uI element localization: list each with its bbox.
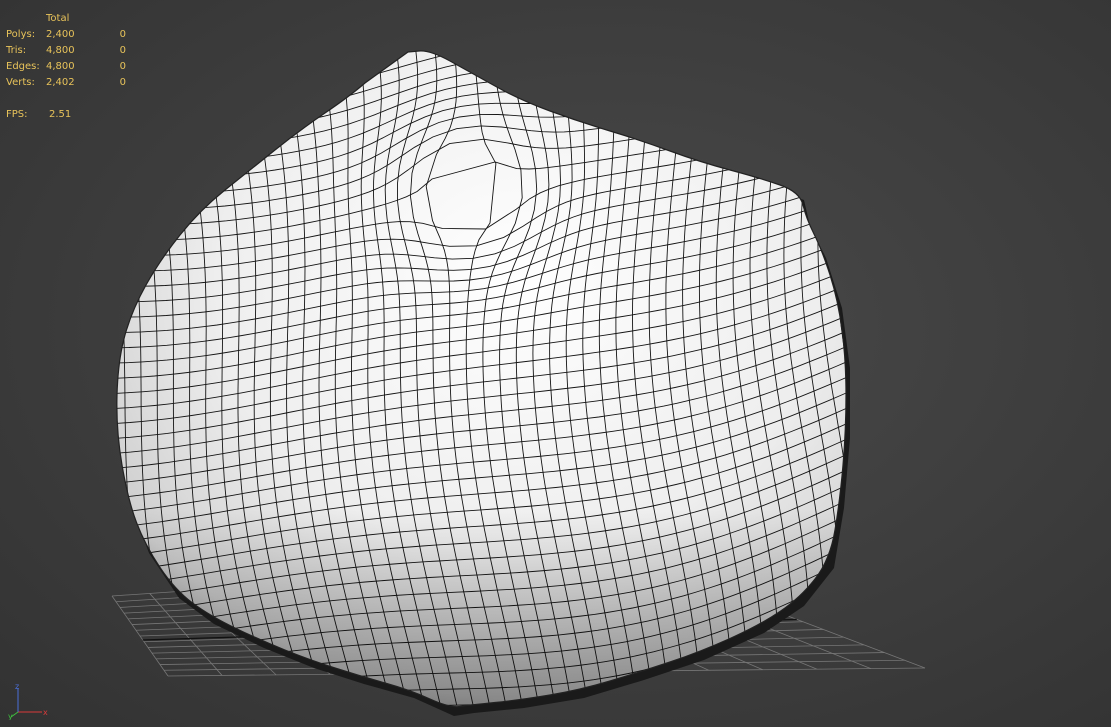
fps-label: FPS: [6,109,28,120]
fps-readout: FPS: 2.51 [6,107,126,123]
stats-total: 2,402 [46,77,75,88]
axis-gizmo-icon: x z y [8,684,48,720]
stats-selected: 0 [119,29,126,40]
stats-label: Tris: [6,45,27,56]
stats-selected: 0 [119,45,126,56]
stats-total: 4,800 [46,45,75,56]
stats-total: 2,400 [46,29,75,40]
stats-label: Polys: [6,29,36,40]
mesh-bottom-shade [116,50,847,707]
stats-selected: 0 [119,61,126,72]
stats-label: Edges: [6,61,40,72]
stats-label: Verts: [6,77,35,88]
stats-row-edges: Edges: 4,800 0 [6,59,126,75]
stats-selected: 0 [119,77,126,88]
fps-value: 2.51 [49,109,72,120]
stats-row-polys: Polys: 2,400 0 [6,27,126,43]
wire-edge [116,50,847,71]
stats-header: Total [46,13,70,24]
viewport-3d[interactable] [0,0,1111,727]
wire-edge [30,0,886,39]
stats-row-tris: Tris: 4,800 0 [6,43,126,59]
wire-edge [852,0,888,584]
stats-row-verts: Verts: 2,402 0 [6,75,126,91]
viewport-statistics: Total Polys: 2,400 0 Tris: 4,800 0 Edges… [6,11,126,123]
gizmo-y-label: y [8,712,13,720]
gizmo-x-label: x [43,708,48,717]
wire-edge [116,50,847,56]
stats-total: 4,800 [46,61,75,72]
gizmo-z-label: z [15,684,19,691]
